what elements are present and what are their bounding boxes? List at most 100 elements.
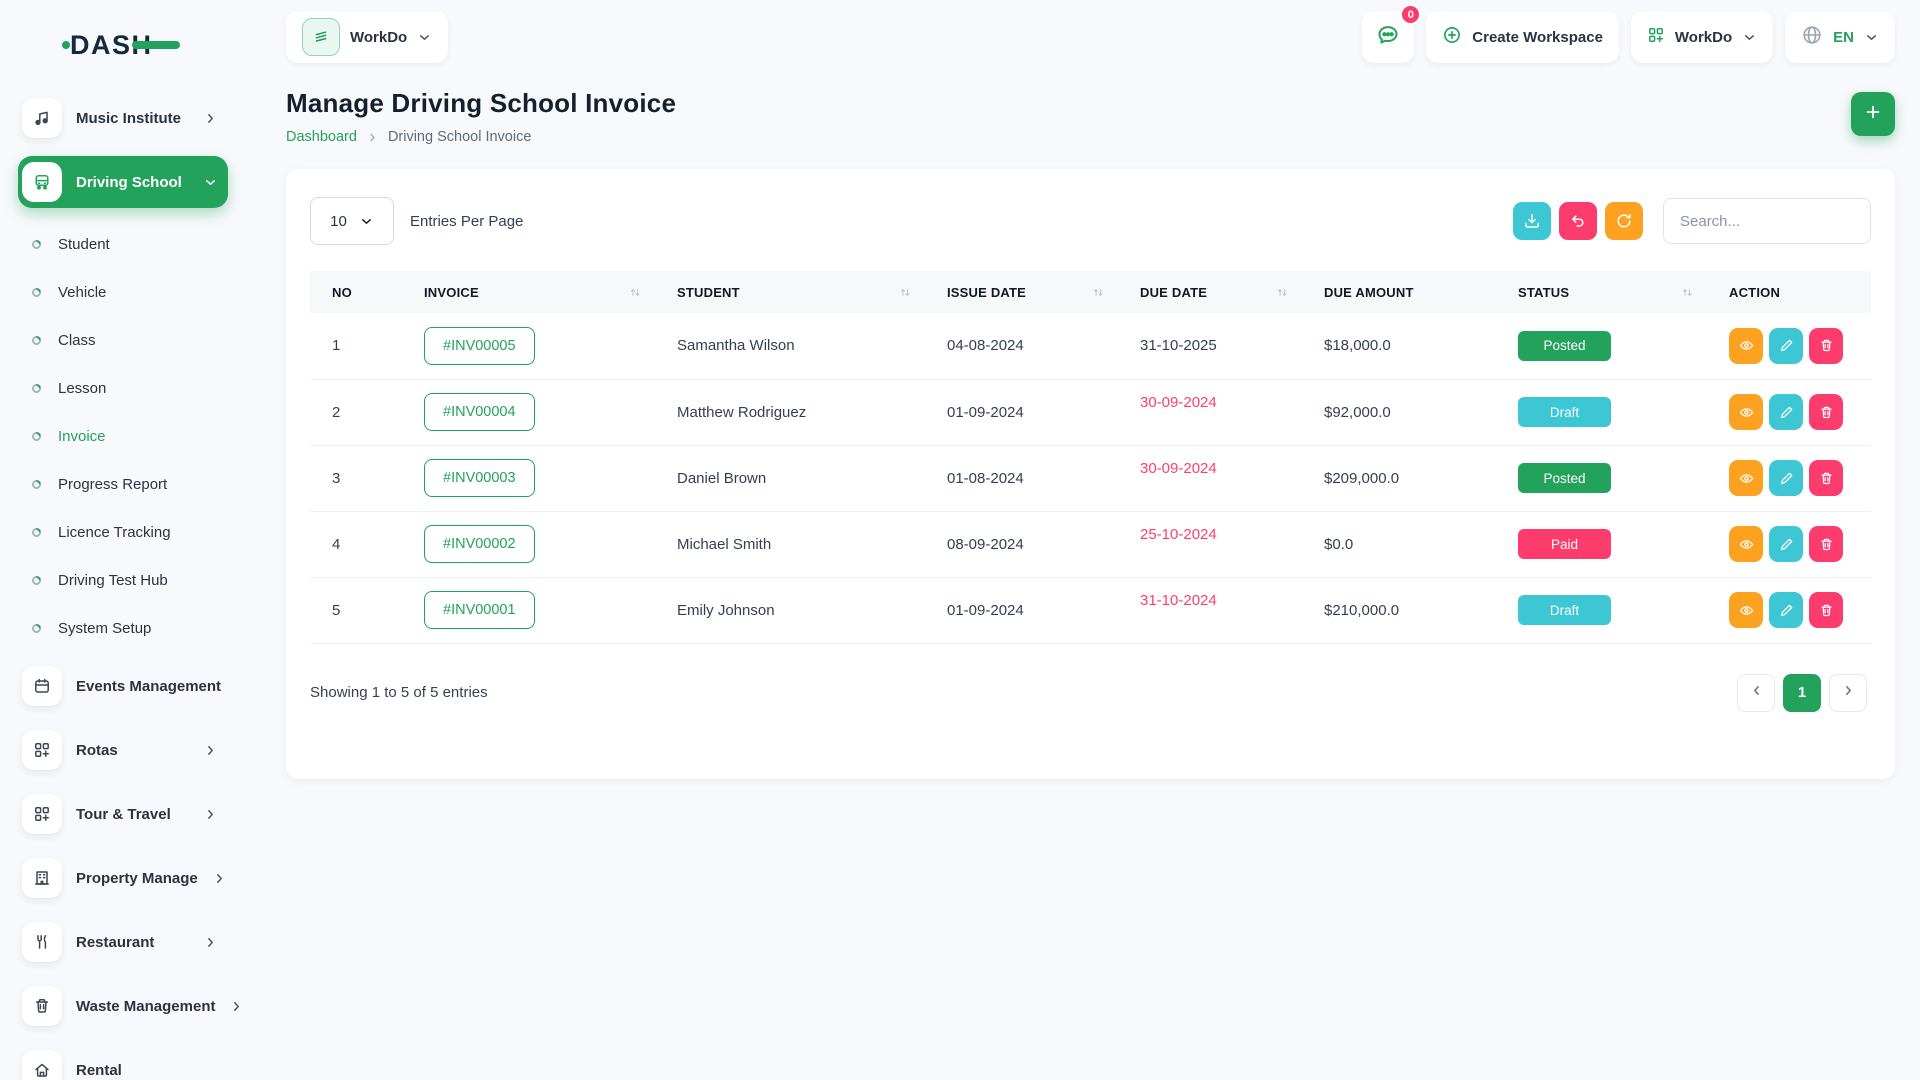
- sidebar-item-restaurant[interactable]: Restaurant: [18, 916, 228, 968]
- sidebar-item-music-institute[interactable]: Music Institute: [18, 92, 228, 144]
- sort-icon[interactable]: [628, 285, 643, 300]
- add-invoice-button[interactable]: [1851, 92, 1895, 136]
- invoice-number-button[interactable]: #INV00004: [424, 393, 535, 431]
- cell-student: Michael Smith: [651, 511, 921, 577]
- pencil-action-button[interactable]: [1769, 526, 1803, 562]
- chevron-right-icon: [203, 111, 218, 126]
- invoice-number-button[interactable]: #INV00001: [424, 591, 535, 629]
- pencil-action-button[interactable]: [1769, 394, 1803, 430]
- status-badge: Paid: [1518, 529, 1611, 559]
- invoice-number-button[interactable]: #INV00005: [424, 327, 535, 365]
- cell-student: Matthew Rodriguez: [651, 379, 921, 445]
- sidebar-subitem-progress-report[interactable]: Progress Report: [32, 460, 228, 508]
- sort-icon[interactable]: [898, 285, 913, 300]
- sort-icon: [1680, 285, 1695, 300]
- column-header-status[interactable]: STATUS: [1492, 271, 1703, 313]
- trash-action-button[interactable]: [1809, 328, 1843, 364]
- sidebar-subitem-driving-test-hub[interactable]: Driving Test Hub: [32, 556, 228, 604]
- download-button[interactable]: [1513, 202, 1551, 240]
- search-input[interactable]: [1663, 198, 1871, 244]
- pencil-action-button[interactable]: [1769, 328, 1803, 364]
- workdo-menu-button[interactable]: WorkDo: [1631, 11, 1773, 63]
- messages-button[interactable]: 0: [1362, 11, 1414, 63]
- row-actions: [1729, 592, 1863, 628]
- sidebar-item-tour-travel[interactable]: Tour & Travel: [18, 788, 228, 840]
- eye-action-button[interactable]: [1729, 328, 1763, 364]
- pencil-icon: [1779, 537, 1794, 552]
- sidebar-subitem-vehicle[interactable]: Vehicle: [32, 268, 228, 316]
- sort-icon[interactable]: [1275, 285, 1290, 300]
- trash-icon: [1819, 603, 1834, 618]
- sidebar-subitem-student[interactable]: Student: [32, 220, 228, 268]
- invoice-number-button[interactable]: #INV00002: [424, 525, 535, 563]
- language-selector[interactable]: EN: [1785, 11, 1895, 63]
- sidebar-subitem-invoice[interactable]: Invoice: [32, 412, 228, 460]
- eye-icon: [1739, 338, 1754, 353]
- sidebar-item-driving-school[interactable]: Driving School: [18, 156, 228, 208]
- refresh-button[interactable]: [1605, 202, 1643, 240]
- workspace-icon: [302, 18, 340, 56]
- pagination-page-1-button[interactable]: 1: [1783, 674, 1821, 712]
- sidebar-subitem-system-setup[interactable]: System Setup: [32, 604, 228, 652]
- breadcrumb-dashboard-link[interactable]: Dashboard: [286, 129, 357, 145]
- column-header-invoice[interactable]: INVOICE: [398, 271, 651, 313]
- bus-icon: [33, 173, 51, 191]
- sidebar-item-rotas[interactable]: Rotas: [18, 724, 228, 776]
- eye-action-button[interactable]: [1729, 460, 1763, 496]
- sort-icon[interactable]: [1680, 285, 1695, 300]
- cell-due-date: 31-10-2024: [1140, 592, 1217, 609]
- invoice-table: NOINVOICESTUDENTISSUE DATEDUE DATEDUE AM…: [310, 271, 1871, 644]
- pencil-icon: [1779, 338, 1794, 353]
- globe-icon: [1801, 24, 1823, 50]
- workspace-selector[interactable]: WorkDo: [286, 11, 448, 63]
- sidebar-item-property-manage[interactable]: Property Manage: [18, 852, 228, 904]
- pencil-action-button[interactable]: [1769, 460, 1803, 496]
- trash-icon: [1819, 338, 1834, 353]
- pencil-action-button[interactable]: [1769, 592, 1803, 628]
- create-workspace-button[interactable]: Create Workspace: [1426, 11, 1619, 63]
- entries-per-page-select[interactable]: 10: [310, 197, 394, 245]
- undo-button[interactable]: [1559, 202, 1597, 240]
- sidebar-item-events-management[interactable]: Events Management: [18, 660, 228, 712]
- pagination-prev-button[interactable]: [1737, 674, 1775, 712]
- chevron-down-icon: [359, 214, 374, 229]
- status-badge: Posted: [1518, 463, 1611, 493]
- sidebar-item-rental[interactable]: Rental: [18, 1044, 228, 1080]
- pencil-icon: [1779, 405, 1794, 420]
- trash-icon: [1819, 471, 1834, 486]
- eye-action-button[interactable]: [1729, 394, 1763, 430]
- sidebar-item-waste-management[interactable]: Waste Management: [18, 980, 228, 1032]
- eye-action-button[interactable]: [1729, 592, 1763, 628]
- bullet-icon: [30, 622, 43, 635]
- cell-due-amount: $210,000.0: [1298, 577, 1492, 643]
- cell-due-amount: $209,000.0: [1298, 445, 1492, 511]
- column-header-due-date[interactable]: DUE DATE: [1114, 271, 1298, 313]
- pencil-icon: [1779, 471, 1794, 486]
- sort-icon[interactable]: [1091, 285, 1106, 300]
- column-header-issue-date[interactable]: ISSUE DATE: [921, 271, 1114, 313]
- table-toolbar: [1513, 198, 1871, 244]
- chev-r-icon: [212, 871, 227, 886]
- chevron-down-icon: [1864, 30, 1879, 45]
- dash-logo-icon: DASH: [62, 26, 182, 64]
- trash-action-button[interactable]: [1809, 460, 1843, 496]
- cell-no: 2: [310, 379, 398, 445]
- trash-action-button[interactable]: [1809, 526, 1843, 562]
- breadcrumb-current: Driving School Invoice: [388, 129, 531, 145]
- pagination-next-button[interactable]: [1829, 674, 1867, 712]
- trash-action-button[interactable]: [1809, 592, 1843, 628]
- cell-student: Samantha Wilson: [651, 313, 921, 379]
- trash-icon: [1819, 405, 1834, 420]
- sidebar-subitem-licence-tracking[interactable]: Licence Tracking: [32, 508, 228, 556]
- trash-action-button[interactable]: [1809, 394, 1843, 430]
- sidebar-subitem-lesson[interactable]: Lesson: [32, 364, 228, 412]
- cell-issue-date: 01-09-2024: [921, 379, 1114, 445]
- column-header-student[interactable]: STUDENT: [651, 271, 921, 313]
- sidebar-nav: Music Institute Driving School Student V…: [18, 92, 228, 1080]
- eye-action-button[interactable]: [1729, 526, 1763, 562]
- table-row: 3 #INV00003 Daniel Brown 01-08-2024 30-0…: [310, 445, 1871, 511]
- invoice-number-button[interactable]: #INV00003: [424, 459, 535, 497]
- chevron-down-icon: [203, 175, 218, 190]
- brand-logo[interactable]: DASH: [18, 16, 228, 74]
- sidebar-subitem-class[interactable]: Class: [32, 316, 228, 364]
